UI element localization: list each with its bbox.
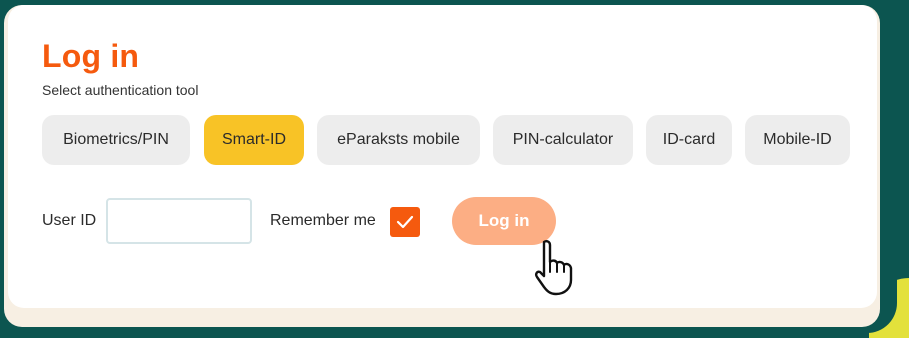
tab-mobile-id[interactable]: Mobile-ID — [745, 115, 850, 165]
tab-smart-id[interactable]: Smart-ID — [204, 115, 304, 165]
user-id-input[interactable] — [106, 198, 252, 244]
page-title: Log in — [42, 38, 140, 74]
tab-eparaksts-mobile[interactable]: eParaksts mobile — [317, 115, 480, 165]
page-subtitle: Select authentication tool — [42, 82, 199, 98]
checkmark-icon — [396, 215, 414, 229]
user-id-label: User ID — [42, 212, 97, 229]
tab-pin-calculator[interactable]: PIN-calculator — [493, 115, 633, 165]
tab-biometrics-pin[interactable]: Biometrics/PIN — [42, 115, 190, 165]
hand-pointer-icon — [535, 240, 573, 296]
remember-me-label: Remember me — [270, 212, 376, 229]
tab-id-card[interactable]: ID-card — [646, 115, 732, 165]
remember-me-checkbox[interactable] — [390, 207, 420, 237]
